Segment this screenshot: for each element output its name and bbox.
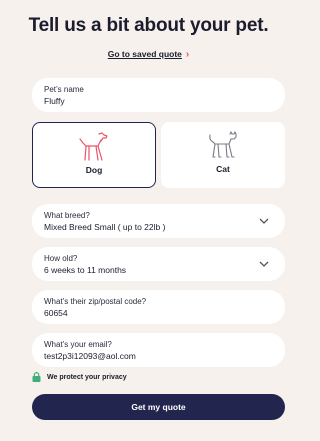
chevron-down-icon xyxy=(259,218,269,224)
zip-field[interactable]: What’s their zip/postal code? 60654 xyxy=(32,290,285,324)
pet-name-value[interactable]: Fluffy xyxy=(44,96,273,106)
dog-icon xyxy=(79,132,108,161)
zip-label: What’s their zip/postal code? xyxy=(44,297,147,306)
age-label: How old? xyxy=(44,254,78,263)
lock-icon xyxy=(32,372,41,382)
pet-name-field[interactable]: Pet’s name Fluffy xyxy=(32,78,285,112)
email-field[interactable]: What’s your email? test2p3i12093@aol.com xyxy=(32,333,285,367)
email-label: What’s your email? xyxy=(44,340,112,349)
zip-value[interactable]: 60654 xyxy=(44,308,273,318)
email-value[interactable]: test2p3i12093@aol.com xyxy=(44,351,273,361)
chevron-right-icon: › xyxy=(185,49,190,60)
pet-option-cat-label: Cat xyxy=(216,164,230,174)
saved-quote-label: Go to saved quote xyxy=(107,49,182,59)
pet-option-dog-label: Dog xyxy=(85,165,103,175)
pet-option-dog[interactable]: Dog xyxy=(32,122,156,188)
page-title: Tell us a bit about your pet. xyxy=(28,15,269,36)
go-to-saved-quote-link[interactable]: Go to saved quote › xyxy=(0,49,297,60)
cat-icon xyxy=(209,131,237,158)
breed-value: Mixed Breed Small ( up to 22lb ) xyxy=(44,222,166,232)
chevron-down-icon xyxy=(259,261,269,267)
breed-select[interactable]: What breed? Mixed Breed Small ( up to 22… xyxy=(32,204,285,238)
breed-label: What breed? xyxy=(44,211,90,220)
get-my-quote-button[interactable]: Get my quote xyxy=(32,394,285,420)
pet-option-cat[interactable]: Cat xyxy=(161,122,285,188)
pet-name-label: Pet’s name xyxy=(44,85,84,94)
privacy-note: We protect your privacy xyxy=(32,372,127,382)
pet-quote-form: Tell us a bit about your pet. Go to save… xyxy=(0,0,297,441)
age-select[interactable]: How old? 6 weeks to 11 months xyxy=(32,247,285,281)
age-value: 6 weeks to 11 months xyxy=(44,265,127,275)
privacy-text: We protect your privacy xyxy=(47,373,127,381)
